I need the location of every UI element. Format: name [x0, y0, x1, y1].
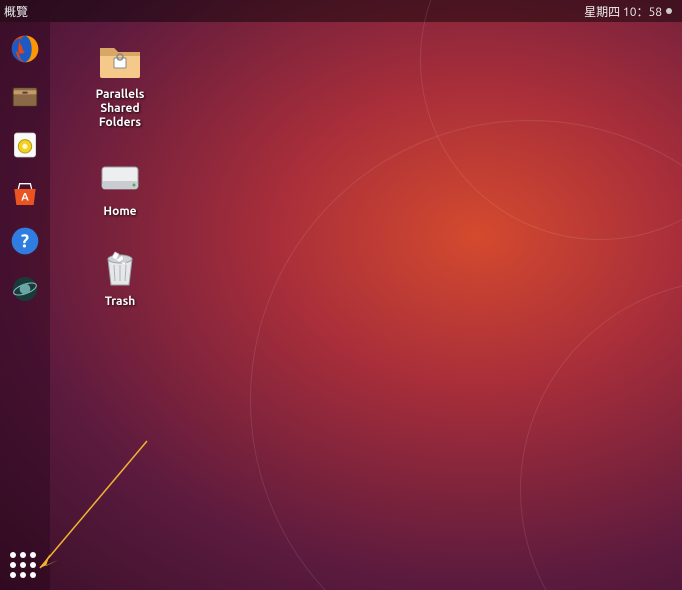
trash-icon: [96, 243, 144, 291]
dock-software[interactable]: A: [8, 176, 42, 210]
folder-icon: [96, 36, 144, 84]
desktop-icon-home[interactable]: Home: [80, 153, 160, 219]
top-panel: 概覽 星期四 10：58: [0, 0, 682, 22]
firefox-icon: [9, 33, 41, 65]
desktop-icon-label: Home: [103, 205, 136, 219]
dock-kite[interactable]: [8, 272, 42, 306]
dock: A ?: [0, 22, 50, 590]
help-icon: ?: [9, 225, 41, 257]
activities-button[interactable]: 概覽: [4, 3, 28, 20]
dock-firefox[interactable]: [8, 32, 42, 66]
svg-text:A: A: [21, 191, 29, 203]
desktop[interactable]: Parallels Shared Folders Home: [50, 22, 682, 590]
svg-text:?: ?: [21, 231, 29, 252]
dock-help[interactable]: ?: [8, 224, 42, 258]
clock-area[interactable]: 星期四 10：58: [584, 3, 672, 20]
clock-text: 星期四 10：58: [584, 3, 662, 20]
status-dot-icon: [666, 8, 672, 14]
globe-icon: [9, 273, 41, 305]
desktop-icon-label: Parallels Shared Folders: [96, 88, 145, 129]
desktop-icon-label: Trash: [105, 295, 136, 309]
desktop-icon-parallels[interactable]: Parallels Shared Folders: [80, 36, 160, 129]
files-icon: [9, 81, 41, 113]
shopping-bag-icon: A: [9, 177, 41, 209]
drive-icon: [96, 153, 144, 201]
desktop-icon-trash[interactable]: Trash: [80, 243, 160, 309]
dock-files[interactable]: [8, 80, 42, 114]
show-applications-button[interactable]: [10, 552, 38, 580]
dock-rhythmbox[interactable]: [8, 128, 42, 162]
speaker-icon: [9, 129, 41, 161]
